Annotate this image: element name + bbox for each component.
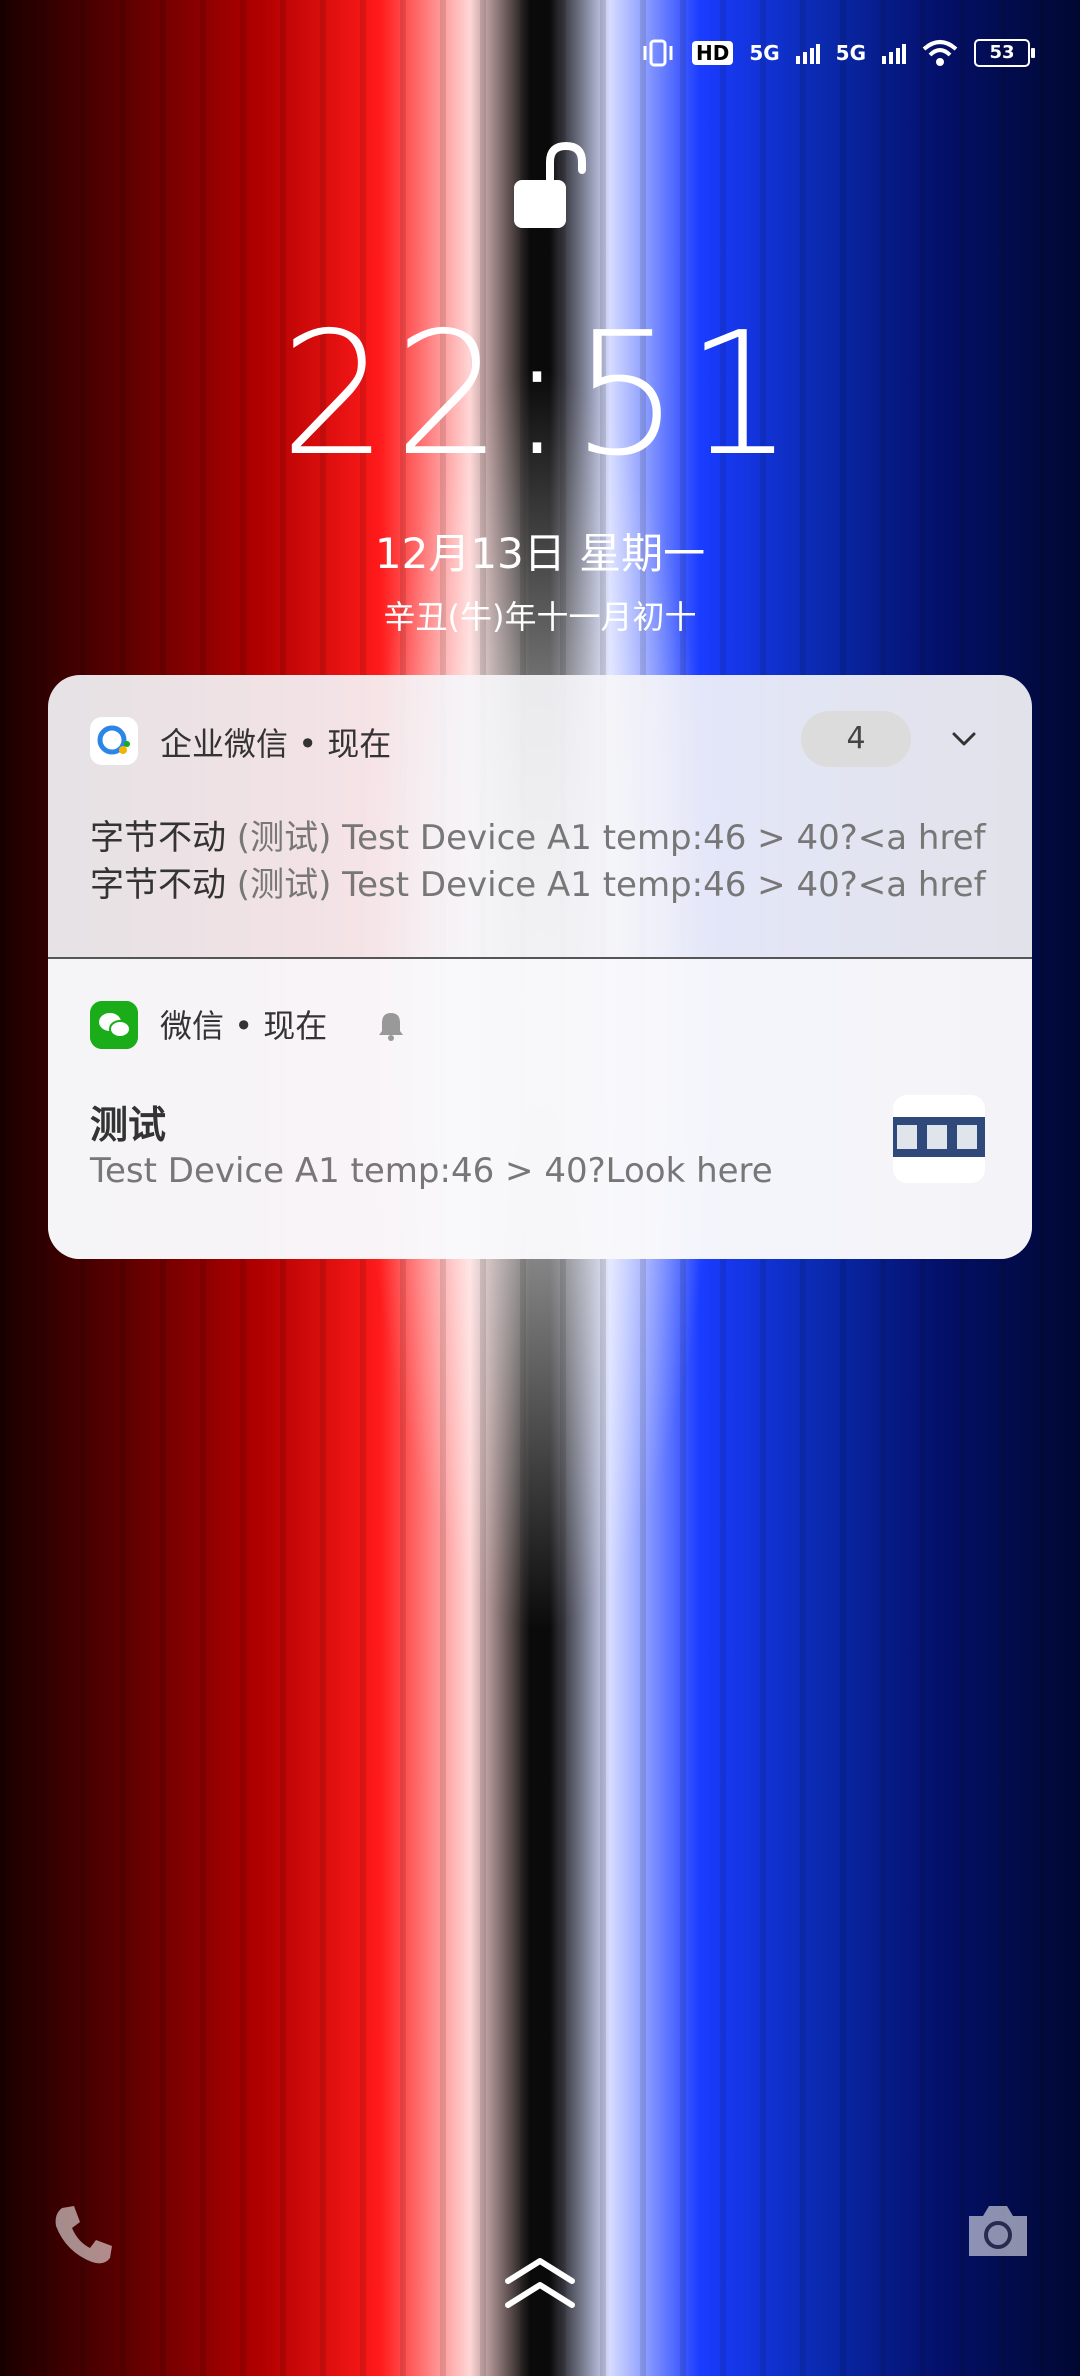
signal-icon-2 [882, 44, 906, 64]
battery-indicator: 53 [974, 39, 1035, 67]
notification-time: 现在 [327, 725, 392, 763]
notification-wechat[interactable]: 微信 • 现在 测试 Test Device A1 temp:46 > 40?L… [48, 959, 1032, 1259]
wifi-icon [922, 40, 958, 66]
notification-time: 现在 [263, 1007, 328, 1045]
message-body: Test Device A1 temp:46 > 40?Look here [90, 1151, 773, 1191]
lock-clock: 22:51 [280, 296, 800, 494]
unlock-icon[interactable] [510, 140, 590, 240]
status-bar: HD 5G 5G 53 [640, 38, 1035, 68]
chevron-down-icon[interactable] [948, 723, 980, 755]
hd-indicator: HD [691, 41, 734, 65]
message-text: (测试) Test Device A1 temp:46 > 40?<a href [226, 865, 986, 905]
message-line: 字节不动 (测试) Test Device A1 temp:46 > 40?<a… [90, 857, 1010, 906]
header-separator: • [288, 725, 328, 763]
camera-icon[interactable] [965, 2200, 1031, 2260]
network-5g-2: 5G [835, 41, 866, 65]
network-5g-1: 5G [749, 41, 780, 65]
message-thumbnail [893, 1095, 985, 1183]
vibrate-icon [643, 39, 673, 67]
phone-icon[interactable] [48, 2200, 118, 2270]
message-sender: 字节不动 [90, 865, 226, 905]
lunar-date: 辛丑(牛)年十一月初十 [383, 598, 697, 636]
app-name: 微信 [160, 1007, 225, 1045]
notification-header: 微信 • 现在 [160, 1001, 327, 1047]
notification-group: 企业微信 • 现在 4 字节不动 (测试) Test Device A1 tem… [48, 675, 1032, 1259]
bell-icon [379, 1013, 403, 1041]
message-sender: 字节不动 [90, 818, 226, 858]
lock-date: 12月13日 星期一 [374, 529, 706, 578]
notification-header: 企业微信 • 现在 [160, 719, 391, 765]
message-count-badge: 4 [801, 711, 911, 767]
wechat-app-icon [90, 1001, 138, 1049]
message-title: 测试 [90, 1103, 167, 1147]
header-separator: • [224, 1007, 264, 1045]
signal-icon-1 [795, 44, 820, 64]
chevron-up-icon[interactable] [500, 2255, 580, 2315]
app-name: 企业微信 [160, 725, 289, 763]
message-line: 字节不动 (测试) Test Device A1 temp:46 > 40?<a… [90, 810, 1010, 859]
wecom-app-icon [90, 717, 138, 765]
notification-wecom[interactable]: 企业微信 • 现在 4 字节不动 (测试) Test Device A1 tem… [48, 675, 1032, 959]
message-text: (测试) Test Device A1 temp:46 > 40?<a href [226, 818, 986, 858]
